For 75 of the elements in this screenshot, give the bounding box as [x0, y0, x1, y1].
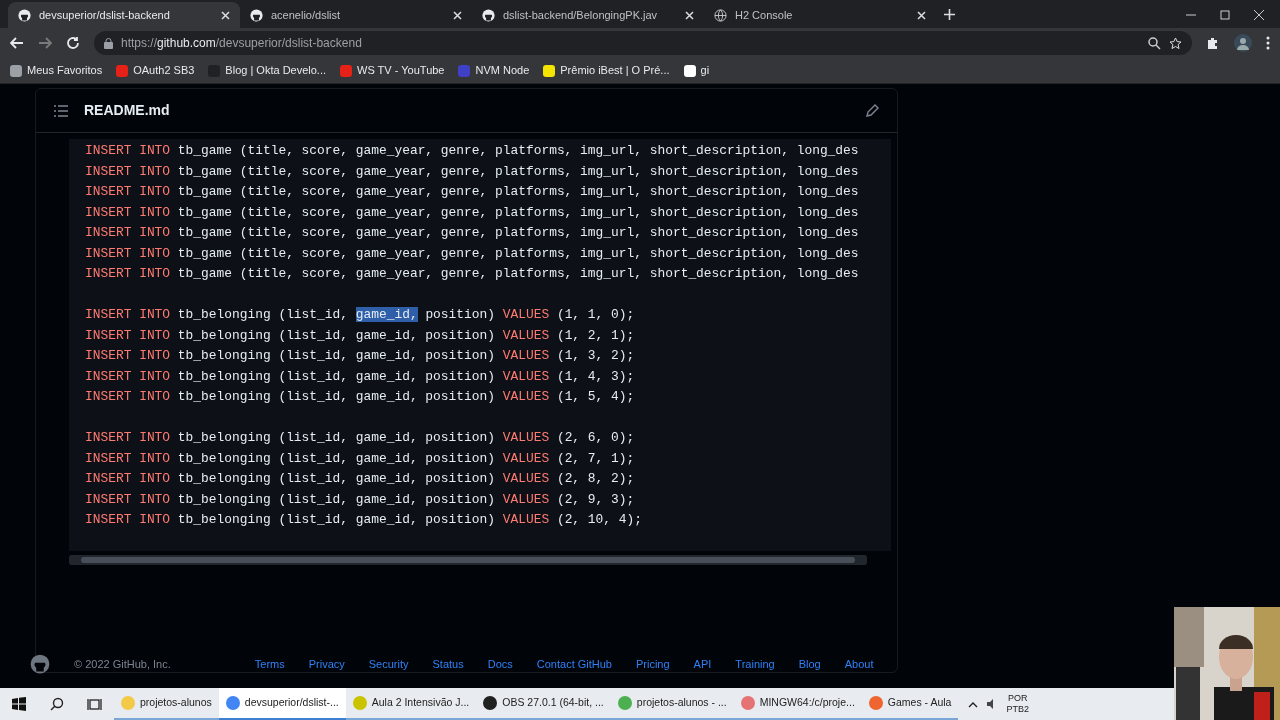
- taskbar-app[interactable]: projetos-alunos - ...: [610, 688, 734, 720]
- footer-link[interactable]: About: [844, 655, 874, 673]
- bookmark[interactable]: WS TV - YouTube: [340, 62, 445, 79]
- footer-link[interactable]: Blog: [798, 655, 821, 673]
- code-line: INSERT INTO tb_game (title, score, game_year, genre, platforms, img_url, short_description, long_des: [85, 265, 860, 283]
- bookmark[interactable]: Blog | Okta Develo...: [208, 62, 327, 79]
- keyboard-language[interactable]: POR PTB2: [1006, 693, 1029, 715]
- code-line: INSERT INTO tb_game (title, score, game_year, genre, platforms, img_url, short_description, long_des: [85, 142, 860, 160]
- search-icon[interactable]: [50, 697, 64, 711]
- footer-link[interactable]: API: [693, 655, 712, 673]
- forward-icon[interactable]: [38, 36, 52, 50]
- browser-tab[interactable]: dslist-backend/BelongingPK.jav: [472, 2, 704, 28]
- menu-icon[interactable]: [1266, 36, 1270, 50]
- outline-icon[interactable]: [54, 104, 68, 117]
- code-line: INSERT INTO tb_game (title, score, game_year, genre, platforms, img_url, short_description, long_des: [85, 183, 860, 201]
- close-window-icon[interactable]: [1254, 10, 1264, 20]
- code-line: INSERT INTO tb_belonging (list_id, game_id, position) VALUES (1, 5, 4);: [85, 388, 636, 406]
- extensions-icon[interactable]: [1206, 36, 1220, 50]
- taskbar-app[interactable]: Aula 2 Intensivão J...: [345, 688, 477, 720]
- taskbar-app[interactable]: OBS 27.0.1 (64-bit, ...: [476, 688, 611, 720]
- windows-start-icon[interactable]: [12, 697, 26, 711]
- code-line: INSERT INTO tb_belonging (list_id, game_id, position) VALUES (2, 6, 0);: [85, 429, 636, 447]
- reload-icon[interactable]: [66, 36, 80, 50]
- code-line: INSERT INTO tb_belonging (list_id, game_id, position) VALUES (1, 3, 2);: [85, 347, 636, 365]
- footer-link[interactable]: Contact GitHub: [536, 655, 612, 673]
- code-line: INSERT INTO tb_belonging (list_id, game_id, position) VALUES (2, 8, 2);: [85, 470, 636, 488]
- footer-link[interactable]: Training: [735, 655, 775, 673]
- back-icon[interactable]: [10, 36, 24, 50]
- browser-tab[interactable]: acenelio/dslist: [240, 2, 472, 28]
- file-title: README.md: [84, 101, 171, 120]
- code-line: INSERT INTO tb_belonging (list_id, game_id, position) VALUES (2, 9, 3);: [85, 490, 636, 509]
- taskbar-app[interactable]: MINGW64:/c/proje...: [733, 688, 862, 720]
- footer-link[interactable]: Pricing: [636, 655, 670, 673]
- taskbar-app[interactable]: devsuperior/dslist-...: [218, 688, 346, 720]
- star-icon[interactable]: [1169, 36, 1182, 50]
- code-line: INSERT INTO tb_belonging (list_id, game_id, position) VALUES (1, 1, 0);: [85, 306, 636, 324]
- bookmark[interactable]: NVM Node: [458, 62, 530, 79]
- code-line: INSERT INTO tb_game (title, score, game_year, genre, platforms, img_url, short_description, long_des: [85, 224, 860, 242]
- profile-avatar[interactable]: [1234, 34, 1252, 52]
- code-line: INSERT INTO tb_belonging (list_id, game_id, position) VALUES (1, 4, 3);: [85, 367, 636, 386]
- edit-icon[interactable]: [865, 103, 879, 118]
- close-icon[interactable]: [685, 10, 694, 20]
- close-icon[interactable]: [453, 10, 462, 20]
- footer-link[interactable]: Status: [432, 655, 464, 673]
- footer-link[interactable]: Docs: [487, 655, 513, 673]
- address-bar[interactable]: https://github.com/devsuperior/dslist-backend: [94, 31, 1192, 55]
- code-line: INSERT INTO tb_game (title, score, game_year, genre, platforms, img_url, short_description, long_des: [85, 162, 860, 181]
- taskbar-app[interactable]: Games - Aula: [861, 688, 959, 720]
- browser-tab[interactable]: devsuperior/dslist-backend: [8, 2, 240, 28]
- caret-icon[interactable]: [968, 700, 979, 708]
- globe-icon: [714, 8, 727, 22]
- horizontal-scrollbar[interactable]: [69, 555, 867, 565]
- code-line: INSERT INTO tb_belonging (list_id, game_id, position) VALUES (2, 10, 4);: [85, 511, 643, 529]
- footer-link[interactable]: Privacy: [308, 655, 345, 673]
- task-view-icon[interactable]: [87, 697, 103, 711]
- browser-tab[interactable]: H2 Console: [704, 2, 936, 28]
- taskbar-app[interactable]: projetos-alunos: [114, 688, 219, 720]
- footer-link[interactable]: Terms: [254, 655, 285, 673]
- code-line: INSERT INTO tb_game (title, score, game_year, genre, platforms, img_url, short_description, long_des: [85, 203, 860, 222]
- code-line: INSERT INTO tb_belonging (list_id, game_id, position) VALUES (1, 2, 1);: [85, 326, 636, 345]
- bookmark[interactable]: OAuth2 SB3: [116, 62, 195, 79]
- footer-link[interactable]: Security: [368, 655, 409, 673]
- code-line: INSERT INTO tb_belonging (list_id, game_id, position) VALUES (2, 7, 1);: [85, 449, 636, 468]
- bookmark[interactable]: gi: [683, 62, 710, 79]
- maximize-icon[interactable]: [1220, 10, 1230, 20]
- code-line: INSERT INTO tb_game (title, score, game_year, genre, platforms, img_url, short_description, long_des: [85, 244, 860, 263]
- close-icon[interactable]: [221, 10, 230, 20]
- copyright-text: © 2022 GitHub, Inc.: [74, 656, 171, 672]
- close-icon[interactable]: [917, 10, 926, 20]
- url-text: https://github.com/devsuperior/dslist-backend: [121, 35, 363, 52]
- new-tab-icon[interactable]: [944, 9, 955, 20]
- bookmark[interactable]: Meus Favoritos: [10, 62, 103, 79]
- lock-icon: [104, 37, 113, 49]
- zoom-icon[interactable]: [1148, 36, 1161, 50]
- bookmark[interactable]: Prêmio iBest | O Pré...: [543, 62, 670, 79]
